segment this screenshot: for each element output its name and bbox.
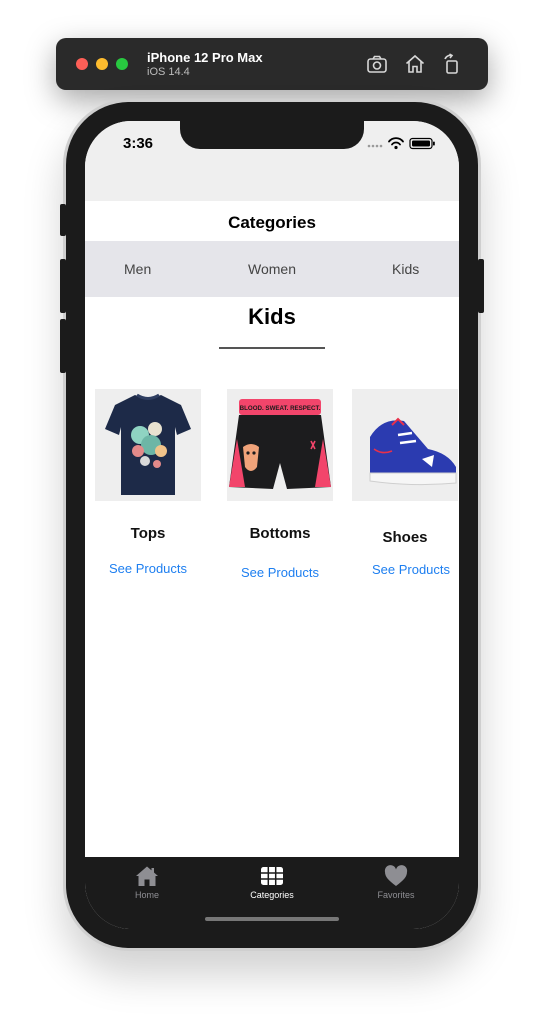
volume-down-button bbox=[60, 319, 66, 373]
device-name: iPhone 12 Pro Max bbox=[147, 50, 263, 65]
house-icon bbox=[136, 866, 158, 886]
bottoms-image: BLOOD. SWEAT. RESPECT. bbox=[227, 389, 333, 501]
tab-favorites[interactable]: Favorites bbox=[351, 865, 441, 900]
stage: iPhone 12 Pro Max iOS 14.4 3:36 Categori… bbox=[0, 0, 544, 1025]
segment-men[interactable]: Men bbox=[124, 261, 151, 277]
grid-icon bbox=[261, 867, 283, 885]
home-icon[interactable] bbox=[403, 52, 427, 76]
card-name: Bottoms bbox=[249, 525, 311, 542]
zoom-window-button[interactable] bbox=[116, 58, 128, 70]
notch bbox=[180, 121, 364, 149]
status-bar: 3:36 bbox=[85, 121, 459, 201]
os-version: iOS 14.4 bbox=[147, 66, 190, 78]
rotate-icon[interactable] bbox=[440, 52, 464, 76]
card-name: Tops bbox=[130, 525, 166, 542]
segment-women[interactable]: Women bbox=[248, 261, 296, 277]
volume-up-button bbox=[60, 259, 66, 313]
power-button bbox=[478, 259, 484, 313]
battery-icon bbox=[409, 137, 435, 150]
waistband-text: BLOOD. SWEAT. RESPECT. bbox=[240, 405, 321, 412]
tops-image bbox=[95, 389, 201, 501]
tab-label-favorites: Favorites bbox=[377, 890, 415, 900]
nav-title: Categories bbox=[228, 213, 316, 232]
tab-bar: Home Categories Favorites bbox=[85, 857, 459, 929]
screenshot-icon[interactable] bbox=[365, 52, 389, 76]
wifi-icon bbox=[388, 137, 404, 146]
shoes-image bbox=[352, 389, 458, 501]
see-products-link[interactable]: See Products bbox=[217, 565, 343, 580]
minimize-window-button[interactable] bbox=[96, 58, 108, 70]
simulator-toolbar: iPhone 12 Pro Max iOS 14.4 bbox=[56, 38, 488, 90]
status-time: 3:36 bbox=[123, 135, 154, 152]
tab-label-categories: Categories bbox=[250, 890, 294, 900]
section-title: Kids bbox=[248, 304, 296, 329]
close-window-button[interactable] bbox=[76, 58, 88, 70]
signal-dots-icon bbox=[367, 144, 383, 148]
heart-icon bbox=[384, 865, 408, 886]
navigation-bar: Categories bbox=[85, 201, 459, 241]
segment-kids[interactable]: Kids bbox=[392, 261, 419, 277]
gender-segment-bar: Men Women Kids bbox=[85, 241, 459, 297]
card-name: Shoes bbox=[382, 529, 428, 546]
tab-categories[interactable]: Categories bbox=[227, 865, 317, 900]
tab-label-home: Home bbox=[134, 890, 159, 900]
app-screen: 3:36 Categories Men Women Kids Kids Tops… bbox=[85, 121, 459, 929]
section-underline bbox=[219, 347, 325, 349]
status-icons bbox=[367, 137, 435, 150]
mute-switch bbox=[60, 204, 66, 236]
tab-home[interactable]: Home bbox=[102, 865, 192, 900]
home-indicator bbox=[205, 917, 339, 921]
see-products-link[interactable]: See Products bbox=[348, 562, 459, 577]
see-products-link[interactable]: See Products bbox=[85, 561, 211, 576]
